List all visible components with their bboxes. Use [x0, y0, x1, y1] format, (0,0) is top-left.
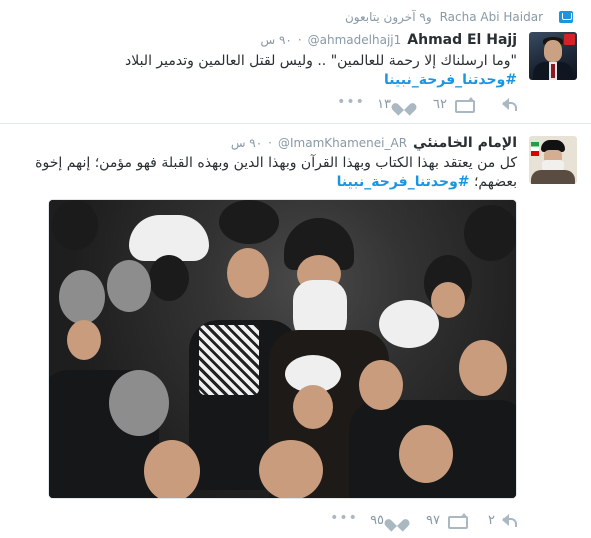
tweet-2[interactable]: الإمام الخامنئي @ImamKhamenei_AR · ٩٠ س … [0, 125, 591, 538]
like-count: ٩٥ [370, 512, 385, 528]
tweet-actions: ٦٢ ١٣ [337, 94, 517, 114]
more-button[interactable] [337, 94, 365, 110]
more-icon [330, 510, 358, 526]
tweet-actions: ٢ ٩٧ ٩٥ [330, 510, 517, 530]
display-name[interactable]: Ahmad El Hajj [407, 32, 517, 48]
reply-icon [501, 514, 517, 527]
more-icon [337, 94, 365, 110]
reply-button[interactable]: ٢ [488, 513, 517, 528]
heart-icon [390, 514, 404, 527]
separator-dot: · [297, 33, 302, 47]
separator-dot: · [268, 136, 272, 150]
handle[interactable]: @ImamKhamenei_AR [278, 136, 407, 150]
retweet-count: ٩٧ [426, 512, 441, 528]
tweet-1[interactable]: Racha Abi Haidar و٩ آخرون يتابعون Ahmad … [0, 0, 591, 124]
display-name[interactable]: الإمام الخامنئي [413, 135, 517, 151]
retweet-icon [453, 96, 475, 113]
tweet-text-line: كل من يعتقد بهذا الكتاب وبهذا القرآن وبه… [35, 155, 517, 171]
more-button[interactable] [330, 510, 358, 526]
tweet-text-fragment: بعضهم؛ [473, 174, 517, 190]
like-count: ١٣ [377, 96, 392, 112]
tweet-text-line: "وما ارسلناك إلا رحمة للعالمين" .. وليس … [124, 53, 517, 69]
context-suffix: و٩ آخرون يتابعون [344, 10, 432, 24]
like-button[interactable]: ١٣ [377, 97, 411, 112]
hashtag-link[interactable]: #وحدتنا_فرحة_نبينا [337, 174, 470, 190]
follow-context-icon [559, 11, 573, 23]
reply-icon [501, 98, 517, 111]
reply-button[interactable] [495, 98, 517, 111]
retweet-count: ٦٢ [433, 96, 447, 112]
timestamp[interactable]: ٩٠ س [260, 33, 291, 47]
reply-count: ٢ [488, 512, 495, 528]
tweet-text-line: بعضهم؛ #وحدتنا_فرحة_نبينا [9, 173, 517, 192]
avatar[interactable] [529, 32, 577, 80]
tweet-text: "وما ارسلناك إلا رحمة للعالمين" .. وليس … [47, 52, 517, 90]
handle[interactable]: @ahmadelhajj1 [308, 33, 402, 47]
heart-icon [397, 98, 411, 111]
like-button[interactable]: ٩٥ [370, 513, 404, 528]
retweet-button[interactable]: ٩٧ [426, 512, 469, 529]
tweet-header: Ahmad El Hajj @ahmadelhajj1 · ٩٠ س [260, 31, 517, 49]
tweet-photo[interactable] [48, 199, 517, 499]
retweet-icon [446, 512, 469, 529]
retweet-button[interactable]: ٦٢ [433, 96, 475, 113]
hashtag-link[interactable]: #وحدتنا_فرحة_نبينا [47, 71, 517, 90]
tweet-text: كل من يعتقد بهذا الكتاب وبهذا القرآن وبه… [9, 154, 517, 192]
tweet-header: الإمام الخامنئي @ImamKhamenei_AR · ٩٠ س [231, 134, 517, 152]
context-users[interactable]: Racha Abi Haidar [440, 10, 543, 24]
timestamp[interactable]: ٩٠ س [231, 136, 262, 150]
social-context: Racha Abi Haidar و٩ آخرون يتابعون [344, 9, 573, 25]
avatar[interactable] [529, 136, 577, 184]
